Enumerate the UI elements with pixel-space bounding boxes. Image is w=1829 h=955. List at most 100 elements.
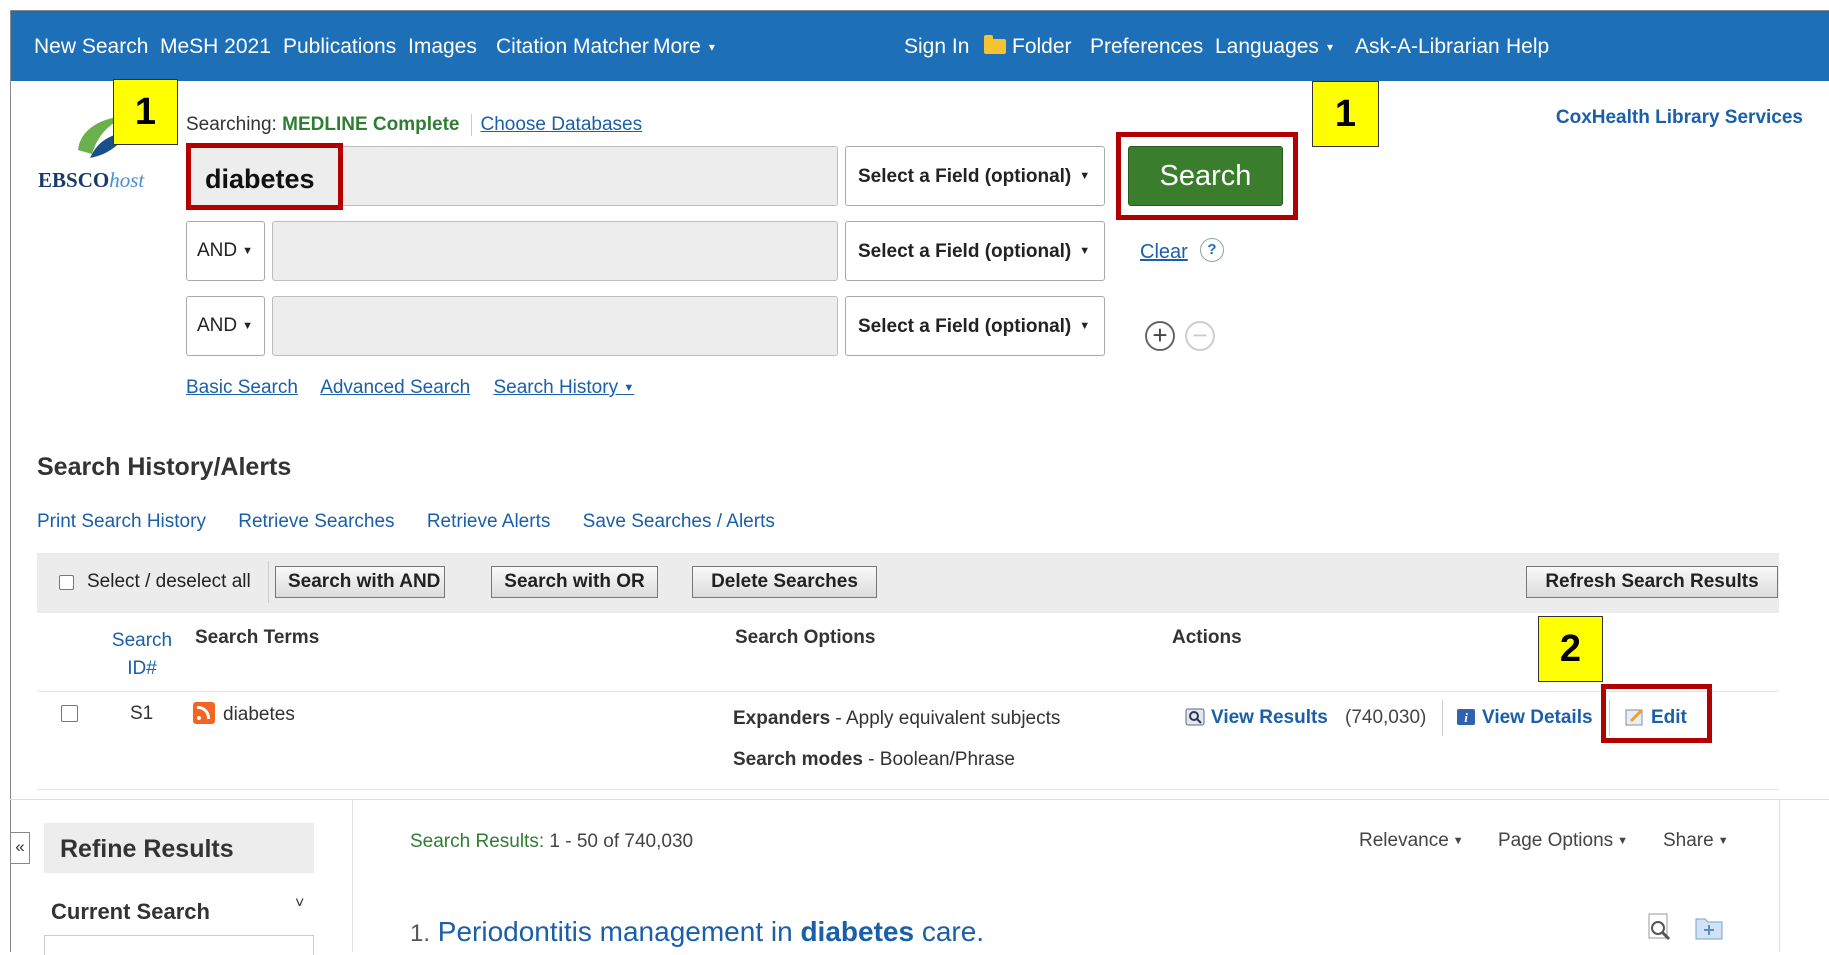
nav-citation-matcher[interactable]: Citation Matcher	[496, 35, 649, 59]
share-menu[interactable]: Share ▼	[1663, 830, 1729, 852]
advanced-search-link[interactable]: Advanced Search	[320, 377, 470, 398]
chevron-down-icon[interactable]: ˅	[295, 895, 304, 913]
magnifier-icon	[1185, 708, 1205, 726]
add-row-icon[interactable]: +	[1145, 321, 1175, 351]
field-select-3[interactable]: Select a Field (optional) ▼	[845, 296, 1105, 356]
search-with-or-button[interactable]: Search with OR	[491, 566, 658, 598]
field-select-2[interactable]: Select a Field (optional) ▼	[845, 221, 1105, 281]
col-actions: Actions	[1172, 627, 1242, 648]
row-expanders: Expanders - Apply equivalent subjects	[733, 708, 1060, 730]
add-to-folder-icon[interactable]	[1694, 913, 1724, 941]
field-select-1-label: Select a Field (optional)	[858, 166, 1072, 187]
action-divider	[1442, 700, 1443, 736]
basic-search-link[interactable]: Basic Search	[186, 377, 298, 398]
search-with-and-button[interactable]: Search with AND	[275, 566, 445, 598]
results-divider	[10, 799, 1829, 800]
search-history-link[interactable]: Search History ▼	[493, 377, 634, 398]
nav-mesh[interactable]: MeSH 2021	[160, 35, 271, 59]
library-name[interactable]: CoxHealth Library Services	[1556, 107, 1803, 129]
col-search-options: Search Options	[735, 627, 876, 648]
bool-select-3[interactable]: AND ▼	[186, 296, 265, 356]
field-select-1[interactable]: Select a Field (optional) ▼	[845, 146, 1105, 206]
nav-sign-in[interactable]: Sign In	[904, 35, 969, 59]
choose-databases-link[interactable]: Choose Databases	[480, 114, 642, 135]
search-mode-links: Basic Search Advanced Search Search Hist…	[186, 377, 652, 399]
caret-down-icon: ▼	[1617, 835, 1629, 847]
preview-icon[interactable]	[1645, 913, 1675, 941]
collapse-sidebar-icon[interactable]: «	[10, 832, 30, 864]
delete-searches-button[interactable]: Delete Searches	[692, 566, 877, 598]
result-title-highlight: diabetes	[800, 916, 915, 947]
bool-select-2[interactable]: AND ▼	[186, 221, 265, 281]
search-input-2[interactable]	[272, 221, 838, 281]
result-title-pre: Periodontitis management in	[437, 916, 801, 947]
svg-text:i: i	[1464, 710, 1468, 725]
result-item-1[interactable]: 1. Periodontitis management in diabetes …	[410, 916, 984, 948]
caret-down-icon: ▼	[242, 245, 254, 257]
searching-label: Searching:	[186, 114, 277, 136]
col-search-id-1: Search	[111, 630, 173, 651]
field-select-3-label: Select a Field (optional)	[858, 316, 1072, 337]
col-search-id[interactable]: Search ID#	[110, 627, 174, 683]
nav-publications[interactable]: Publications	[283, 35, 396, 59]
current-search-heading[interactable]: Current Search	[51, 899, 210, 925]
nav-more[interactable]: More ▾	[653, 35, 715, 59]
history-links: Print Search History Retrieve Searches R…	[37, 511, 802, 533]
right-divider	[1779, 800, 1780, 952]
row-term-text: diabetes	[223, 704, 295, 725]
info-icon: i	[1457, 709, 1475, 725]
highlight-edit-link	[1601, 684, 1712, 743]
view-details-label: View Details	[1482, 707, 1593, 728]
results-count: Search Results: 1 - 50 of 740,030	[410, 831, 693, 853]
nav-folder-label: Folder	[1012, 35, 1072, 58]
nav-new-search[interactable]: New Search	[34, 35, 148, 59]
logo-sub: host	[109, 168, 145, 192]
relevance-label: Relevance	[1359, 830, 1449, 851]
view-details-link[interactable]: i View Details	[1456, 707, 1593, 729]
step-badge-1a: 1	[113, 79, 178, 145]
expanders-label: Expanders	[733, 708, 831, 729]
nav-folder[interactable]: Folder	[984, 35, 1072, 59]
print-history-link[interactable]: Print Search History	[37, 511, 206, 532]
logo-main: EBSCO	[38, 168, 110, 192]
clear-link[interactable]: Clear	[1140, 241, 1188, 264]
remove-row-icon[interactable]: −	[1185, 321, 1215, 351]
results-count-value: 1 - 50 of 740,030	[544, 831, 694, 852]
refine-results-title: Refine Results	[60, 835, 234, 863]
row-search-term: diabetes	[193, 702, 295, 726]
refresh-results-button[interactable]: Refresh Search Results	[1526, 566, 1778, 598]
result-title-post: care.	[914, 916, 985, 947]
select-all-checkbox[interactable]	[59, 575, 74, 590]
nav-images[interactable]: Images	[408, 35, 477, 59]
nav-languages-label: Languages	[1215, 35, 1319, 58]
view-results-label: View Results	[1211, 707, 1328, 728]
nav-ask-a-librarian[interactable]: Ask-A-Librarian	[1355, 35, 1500, 59]
retrieve-searches-link[interactable]: Retrieve Searches	[238, 511, 394, 532]
help-icon[interactable]: ?	[1200, 238, 1224, 262]
highlight-search-term	[186, 143, 343, 210]
relevance-sort[interactable]: Relevance ▼	[1359, 830, 1464, 852]
step-badge-2: 2	[1538, 616, 1603, 682]
modes-label: Search modes	[733, 749, 863, 770]
folder-icon	[984, 35, 1006, 54]
caret-down-icon: ▼	[1079, 245, 1091, 257]
nav-languages[interactable]: Languages ▾	[1215, 35, 1333, 59]
search-input-3[interactable]	[272, 296, 838, 356]
row-checkbox[interactable]	[61, 705, 78, 722]
modes-value: - Boolean/Phrase	[862, 749, 1015, 770]
page-options-label: Page Options	[1498, 830, 1614, 851]
history-toolbar: Select / deselect all Search with AND Se…	[37, 553, 1779, 613]
view-results-link[interactable]: View Results	[1185, 707, 1328, 729]
col-search-id-2: ID#	[127, 658, 157, 679]
rss-icon[interactable]	[193, 702, 215, 724]
nav-help[interactable]: Help	[1506, 35, 1549, 59]
save-searches-link[interactable]: Save Searches / Alerts	[583, 511, 775, 532]
top-nav: New Search MeSH 2021 Publications Images…	[11, 11, 1829, 81]
page-options-menu[interactable]: Page Options ▼	[1498, 830, 1628, 852]
caret-down-icon: ▼	[1452, 835, 1464, 847]
nav-preferences[interactable]: Preferences	[1090, 35, 1203, 59]
result-count: (740,030)	[1345, 707, 1427, 728]
retrieve-alerts-link[interactable]: Retrieve Alerts	[427, 511, 551, 532]
caret-down-icon: ▼	[1079, 320, 1091, 332]
caret-down-icon: ▾	[708, 40, 715, 55]
